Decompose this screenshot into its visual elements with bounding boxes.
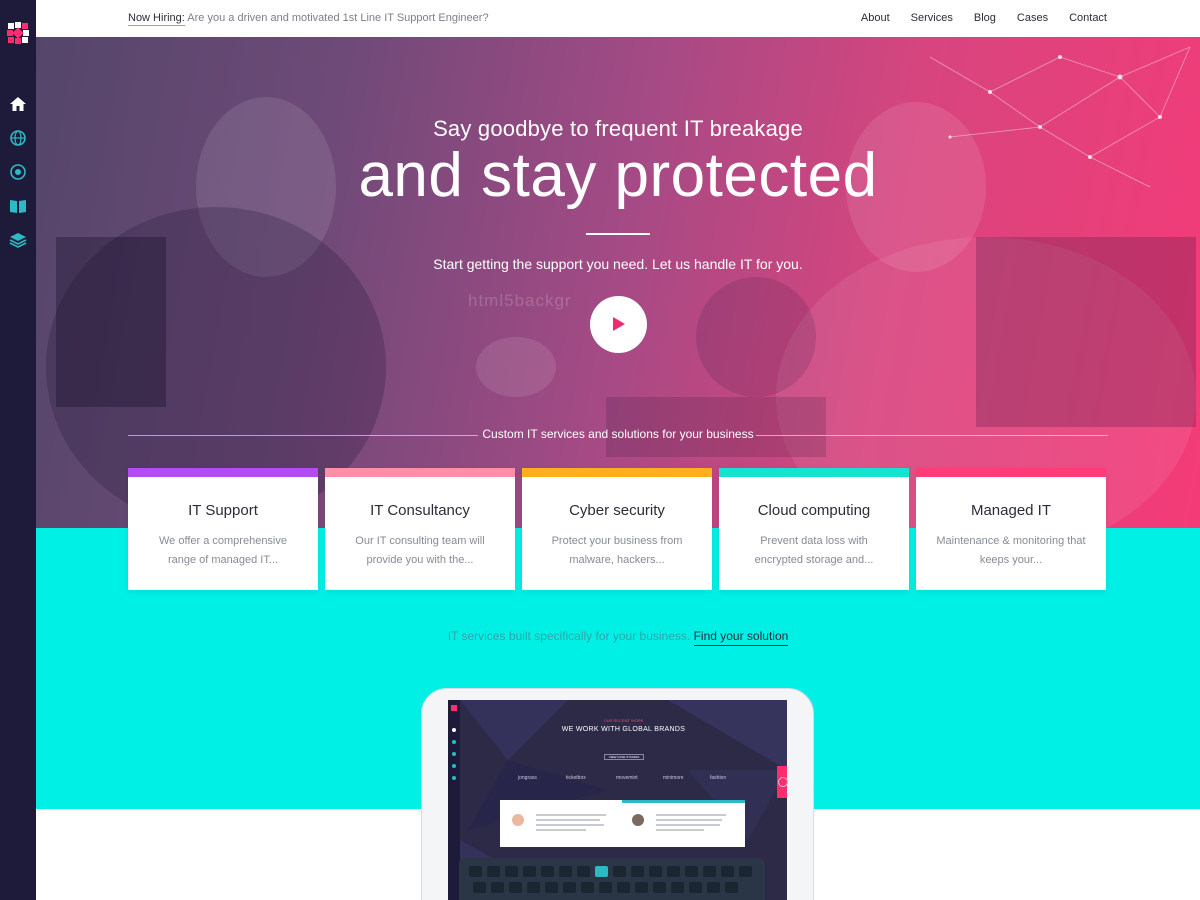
nav-contact[interactable]: Contact bbox=[1069, 12, 1107, 24]
page: Now Hiring: Are you a driven and motivat… bbox=[0, 0, 1200, 900]
sidebar bbox=[0, 0, 36, 900]
network-icon[interactable] bbox=[9, 163, 27, 181]
card-description: We offer a comprehensive range of manage… bbox=[159, 535, 287, 566]
top-bar: Now Hiring: Are you a driven and motivat… bbox=[36, 0, 1200, 37]
tablet-brand: jongrass bbox=[518, 775, 537, 781]
key bbox=[563, 882, 576, 893]
tablet-home-button bbox=[778, 777, 788, 787]
key bbox=[545, 882, 558, 893]
tablet-view-button: VIEW CASE STUDIES bbox=[604, 754, 644, 760]
find-solution-link[interactable]: Find your solution bbox=[693, 629, 789, 646]
key bbox=[559, 866, 572, 877]
card-title: IT Support bbox=[188, 502, 258, 519]
tablet-kicker: OUR RECENT WORK bbox=[603, 718, 644, 723]
key bbox=[671, 882, 684, 893]
key bbox=[703, 866, 716, 877]
service-card-managed-it[interactable]: Managed IT Maintenance & monitoring that… bbox=[916, 468, 1106, 590]
card-description: Maintenance & monitoring that keeps your… bbox=[936, 535, 1086, 566]
key bbox=[473, 882, 486, 893]
key bbox=[617, 882, 630, 893]
key bbox=[667, 866, 680, 877]
play-video-button[interactable] bbox=[590, 296, 647, 353]
key bbox=[491, 882, 504, 893]
tablet-brand: minimore bbox=[663, 775, 684, 781]
main-nav: About Services Blog Cases Contact bbox=[840, 12, 1107, 24]
key bbox=[581, 882, 594, 893]
service-card-it-support[interactable]: IT Support We offer a comprehensive rang… bbox=[128, 468, 318, 590]
card-title: Cyber security bbox=[569, 502, 665, 519]
key bbox=[613, 866, 626, 877]
key bbox=[523, 866, 536, 877]
service-card-cyber-security[interactable]: Cyber security Protect your business fro… bbox=[522, 468, 712, 590]
home-icon[interactable] bbox=[9, 95, 27, 113]
tablet-brand: fashion bbox=[710, 775, 727, 781]
globe-icon[interactable] bbox=[9, 129, 27, 147]
key bbox=[631, 866, 644, 877]
key bbox=[527, 882, 540, 893]
play-icon bbox=[613, 317, 625, 331]
hiring-label[interactable]: Now Hiring: bbox=[128, 12, 185, 26]
card-description: Protect your business from malware, hack… bbox=[551, 535, 683, 566]
key bbox=[685, 866, 698, 877]
card-title: Cloud computing bbox=[757, 502, 871, 519]
nav-blog[interactable]: Blog bbox=[974, 12, 996, 24]
service-card-cloud-computing[interactable]: Cloud computing Prevent data loss with e… bbox=[719, 468, 909, 590]
key bbox=[505, 866, 518, 877]
tablet-button-label: VIEW CASE STUDIES bbox=[608, 755, 640, 759]
logo[interactable] bbox=[7, 22, 29, 44]
card-accent-bar bbox=[325, 468, 515, 477]
nav-cases[interactable]: Cases bbox=[1017, 12, 1048, 24]
tablet-brand: ticketbox bbox=[566, 775, 586, 781]
services-section-label: Custom IT services and solutions for you… bbox=[482, 427, 754, 441]
key bbox=[487, 866, 500, 877]
card-title: Managed IT bbox=[970, 502, 1052, 519]
keyboard bbox=[459, 858, 765, 900]
hero-divider bbox=[586, 233, 650, 235]
cta-text: IT services built specifically for your … bbox=[447, 629, 691, 643]
card-description: Prevent data loss with encrypted storage… bbox=[754, 535, 874, 566]
key bbox=[595, 866, 608, 877]
key bbox=[577, 866, 590, 877]
card-accent-bar bbox=[916, 468, 1106, 477]
key bbox=[509, 882, 522, 893]
tablet-brand: movemint bbox=[616, 775, 638, 781]
card-accent-bar bbox=[522, 468, 712, 477]
hiring-notice[interactable]: Now Hiring: Are you a driven and motivat… bbox=[128, 12, 489, 26]
hero-tagline: Start getting the support you need. Let … bbox=[433, 256, 803, 272]
key bbox=[599, 882, 612, 893]
watermark: html5backgr bbox=[468, 291, 572, 310]
key bbox=[739, 866, 752, 877]
key bbox=[653, 882, 666, 893]
layers-icon[interactable] bbox=[9, 231, 27, 249]
hero-subtitle: Say goodbye to frequent IT breakage bbox=[433, 116, 803, 141]
card-description: Our IT consulting team will provide you … bbox=[355, 535, 485, 566]
key bbox=[541, 866, 554, 877]
nav-services[interactable]: Services bbox=[911, 12, 953, 24]
card-title: IT Consultancy bbox=[370, 502, 470, 519]
key bbox=[689, 882, 702, 893]
key bbox=[649, 866, 662, 877]
key bbox=[725, 882, 738, 893]
book-icon[interactable] bbox=[9, 197, 27, 215]
card-accent-bar bbox=[719, 468, 909, 477]
nav-about[interactable]: About bbox=[861, 12, 890, 24]
hero: Say goodbye to frequent IT breakage and … bbox=[36, 37, 1200, 528]
key bbox=[721, 866, 734, 877]
service-card-it-consultancy[interactable]: IT Consultancy Our IT consulting team wi… bbox=[325, 468, 515, 590]
tablet-testimonial-panel bbox=[500, 800, 745, 847]
key bbox=[707, 882, 720, 893]
tablet-testimonials bbox=[512, 800, 745, 831]
cta-line: IT services built specifically for your … bbox=[36, 629, 1200, 646]
hero-title: and stay protected bbox=[358, 141, 878, 210]
hiring-text[interactable]: Are you a driven and motivated 1st Line … bbox=[185, 12, 488, 24]
key bbox=[635, 882, 648, 893]
card-accent-bar bbox=[128, 468, 318, 477]
tablet-headline: WE WORK WITH GLOBAL BRANDS bbox=[561, 726, 686, 733]
key bbox=[469, 866, 482, 877]
